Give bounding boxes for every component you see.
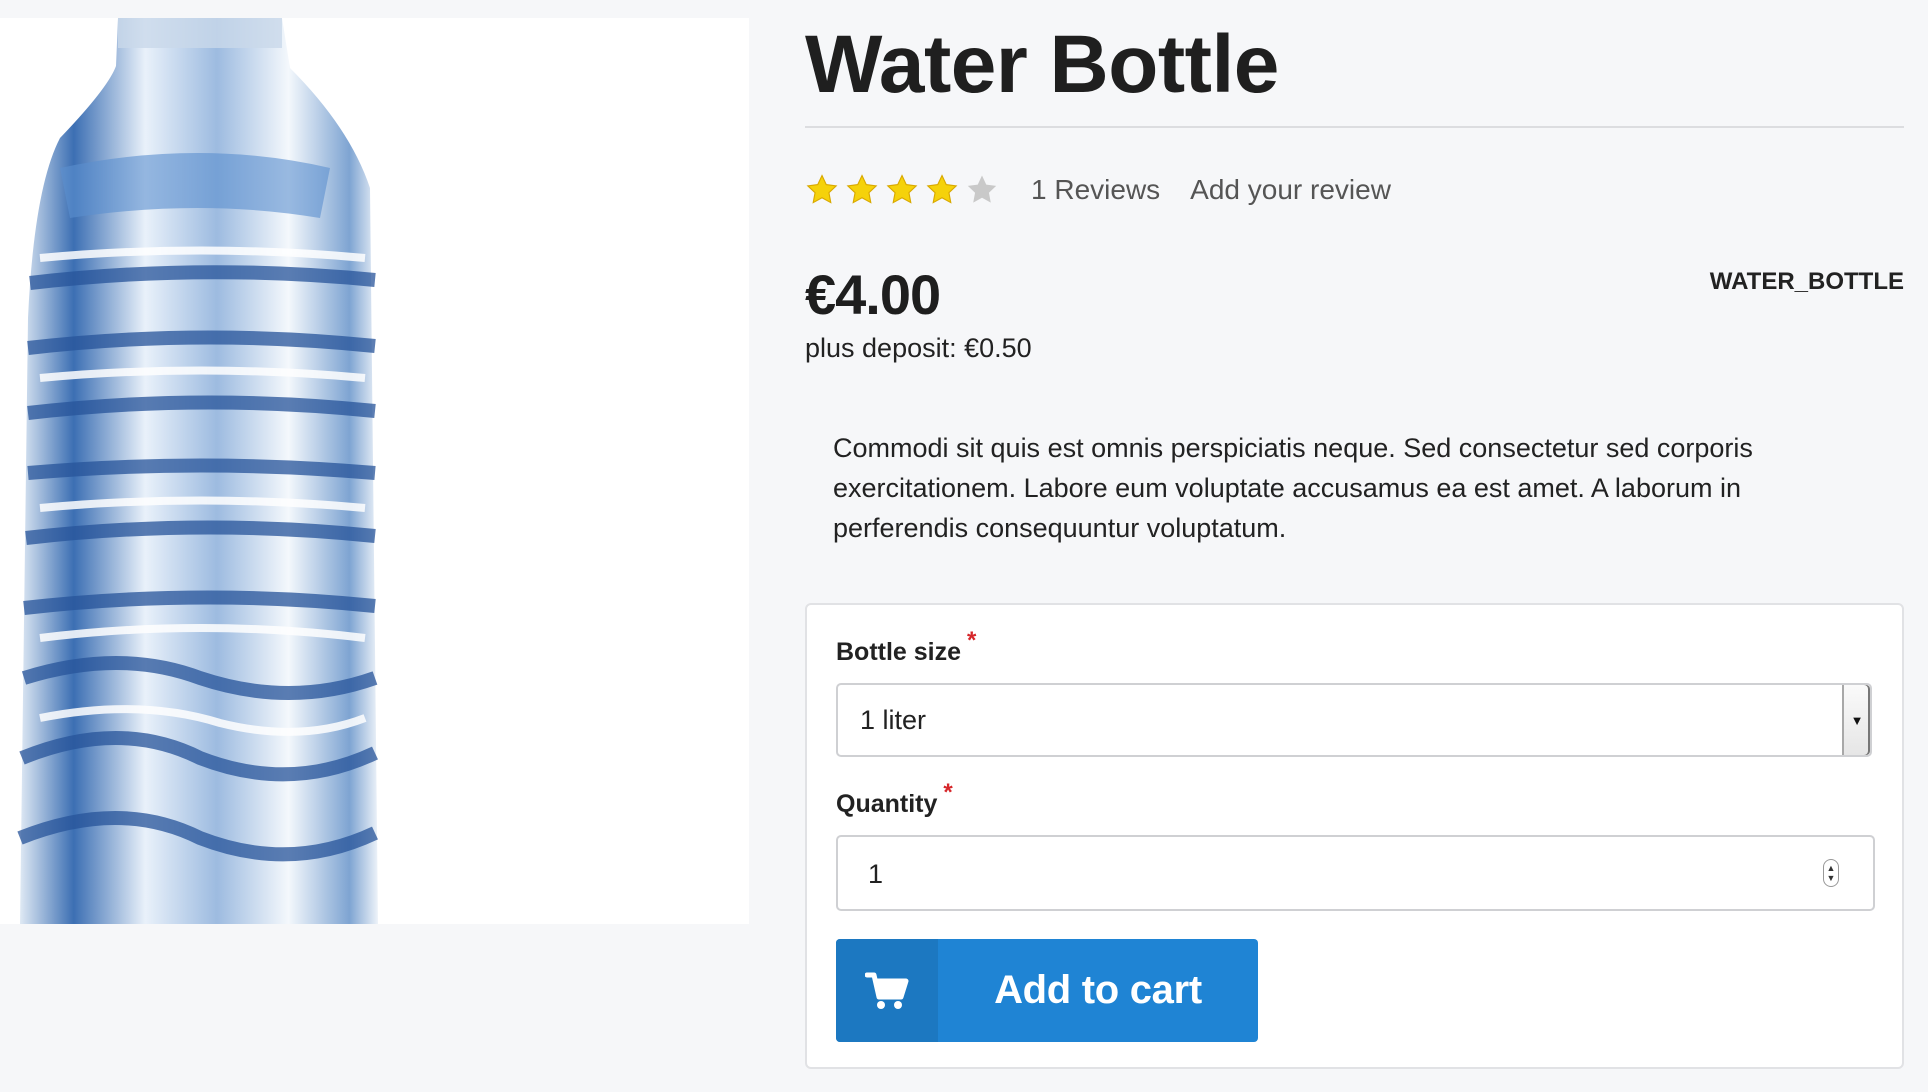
dropdown-arrow-button[interactable]: ▼: [1842, 685, 1870, 755]
product-title: Water Bottle: [805, 0, 1904, 128]
add-to-cart-label: Add to cart: [994, 968, 1202, 1012]
price-section: €4.00 WATER_BOTTLE plus deposit: €0.50: [805, 262, 1904, 364]
quantity-label: Quantity *: [836, 779, 953, 819]
reviews-link[interactable]: 1 Reviews: [1031, 174, 1160, 206]
deposit-note: plus deposit: €0.50: [805, 333, 1032, 363]
stepper-down-icon[interactable]: ▼: [1827, 873, 1836, 883]
rating-row: 1 Reviews Add your review: [805, 160, 1391, 220]
required-mark: *: [967, 627, 977, 654]
bottle-size-label-text: Bottle size: [836, 638, 962, 666]
quantity-value: 1: [868, 859, 884, 889]
required-mark: *: [943, 779, 953, 806]
cart-icon: [865, 972, 909, 1009]
star-icon-filled: [926, 174, 958, 204]
water-bottle-image: [17, 18, 378, 924]
bottle-size-selected-value: 1 liter: [860, 705, 927, 735]
cart-icon-area: [836, 939, 938, 1042]
stepper-up-icon[interactable]: ▲: [1827, 863, 1836, 873]
quantity-label-text: Quantity: [836, 790, 938, 818]
add-review-link[interactable]: Add your review: [1190, 174, 1391, 206]
star-icon-empty: [967, 175, 997, 203]
bottle-size-label: Bottle size *: [836, 627, 976, 667]
star-icon-filled: [806, 174, 838, 204]
product-sku: WATER_BOTTLE: [1709, 268, 1904, 295]
star-rating: [805, 173, 999, 207]
add-to-cart-button[interactable]: Add to cart: [836, 939, 1258, 1042]
bottle-size-select[interactable]: 1 liter ▼: [836, 683, 1872, 757]
chevron-down-icon: ▼: [1850, 712, 1864, 728]
add-to-cart-form: Bottle size* 1 liter ▼ Quantity* 1 ▲ ▼: [805, 603, 1904, 1069]
quantity-input[interactable]: 1 ▲ ▼: [836, 835, 1875, 911]
product-image: [0, 18, 749, 924]
star-icon-filled: [846, 174, 878, 204]
product-description: Commodi sit quis est omnis perspiciatis …: [833, 433, 1753, 543]
star-icon-filled: [886, 174, 918, 204]
quantity-stepper[interactable]: ▲ ▼: [1823, 859, 1839, 887]
product-info: Water Bottle 1 Reviews Add your review €…: [805, 0, 1904, 1069]
